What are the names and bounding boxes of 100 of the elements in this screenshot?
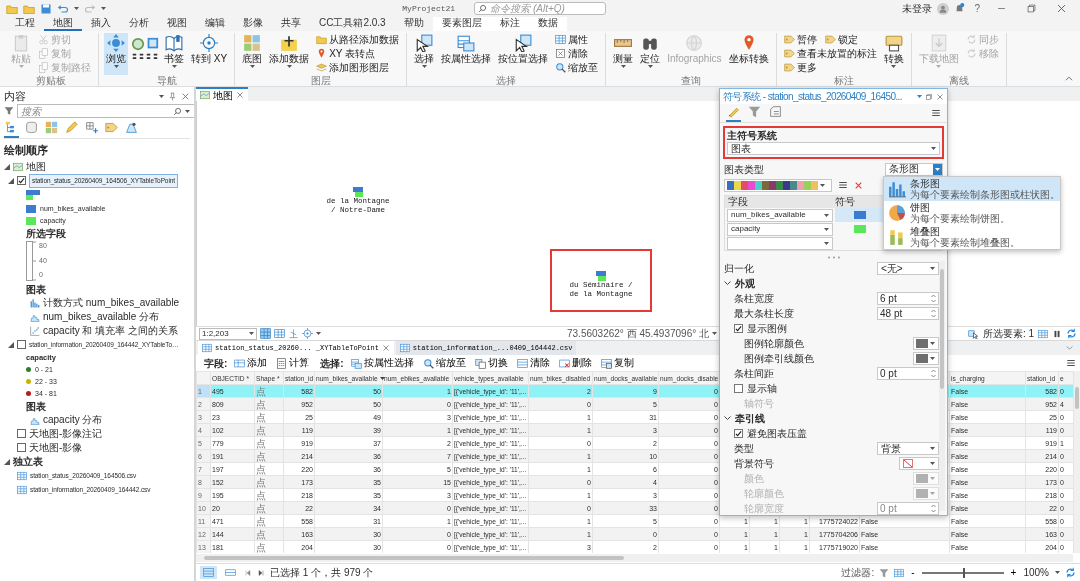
- ribbon-button[interactable]: 测量: [611, 33, 636, 75]
- spinner-field[interactable]: 48 pt: [877, 307, 939, 320]
- close-icon[interactable]: [936, 92, 944, 101]
- menu-icon[interactable]: [931, 108, 941, 118]
- view-toggle[interactable]: [222, 566, 239, 579]
- slider-thumb[interactable]: [962, 567, 965, 578]
- refresh-icon[interactable]: [1065, 567, 1076, 578]
- ribbon-button[interactable]: 浏览: [104, 33, 128, 75]
- toolbar-button[interactable]: 按属性选择: [348, 357, 416, 369]
- zoom-out-button[interactable]: -: [909, 566, 917, 579]
- checkbox[interactable]: [734, 324, 743, 333]
- expander-icon[interactable]: [4, 458, 10, 465]
- menu-icon[interactable]: [1066, 358, 1076, 368]
- vertical-scrollbar[interactable]: [1074, 371, 1080, 553]
- ribbon-button[interactable]: 查看未放置的标注: [781, 47, 879, 60]
- splitter-handle[interactable]: [826, 255, 841, 259]
- chart-item[interactable]: 计数方式 num_bikes_available: [43, 295, 180, 311]
- spinner-field[interactable]: 6 pt: [877, 292, 939, 305]
- checkbox[interactable]: [734, 429, 743, 438]
- ribbon-tab[interactable]: CC工具箱2.0.3: [310, 17, 395, 31]
- expander-icon[interactable]: [8, 341, 14, 348]
- color-picker[interactable]: [913, 352, 939, 365]
- ribbon-tab[interactable]: 编辑: [196, 17, 234, 31]
- ribbon-button[interactable]: 更多: [781, 61, 819, 74]
- toolbar-button[interactable]: 删除: [556, 357, 594, 369]
- color-scheme-dropdown[interactable]: [724, 178, 832, 192]
- toolbar-button[interactable]: 复制: [598, 357, 636, 369]
- undo-icon[interactable]: [57, 2, 69, 15]
- toolbar-button[interactable]: 添加: [232, 357, 270, 369]
- ribbon-button[interactable]: 属性: [553, 33, 591, 46]
- symbology-dropdown[interactable]: 图表: [727, 142, 940, 155]
- view-tab[interactable]: [4, 120, 19, 138]
- zoom-dropdown[interactable]: 100%: [1023, 565, 1060, 580]
- ribbon-button[interactable]: XY 表转点: [314, 47, 378, 60]
- remove-icon[interactable]: [854, 180, 863, 190]
- chevron-icon[interactable]: [724, 281, 731, 286]
- bell-icon[interactable]: [954, 3, 966, 14]
- ribbon-button[interactable]: 暂停: [781, 33, 819, 46]
- last-page-icon[interactable]: [257, 568, 265, 577]
- color-picker[interactable]: [913, 472, 939, 485]
- horizontal-scrollbar[interactable]: [196, 554, 1073, 562]
- expand-icon[interactable]: [1065, 343, 1074, 352]
- toolbar-button[interactable]: 切换: [472, 357, 510, 369]
- ribbon-button[interactable]: 按属性选择: [439, 33, 494, 75]
- close-icon[interactable]: [181, 92, 190, 101]
- ribbon-button[interactable]: 从路径添加数据: [314, 33, 402, 46]
- snap-icon[interactable]: [288, 328, 299, 339]
- restore-icon[interactable]: [1026, 3, 1037, 14]
- symbol-swatch[interactable]: [854, 225, 866, 233]
- ribbon-button[interactable]: 坐标转换: [726, 33, 771, 75]
- first-page-icon[interactable]: [244, 568, 252, 577]
- layer-checkbox[interactable]: [17, 176, 26, 185]
- field-dropdown[interactable]: num_bikes_available: [727, 208, 833, 222]
- layer-checkbox[interactable]: [17, 340, 26, 350]
- ribbon-tab[interactable]: 插入: [82, 17, 120, 31]
- field-dropdown[interactable]: capacity: [727, 222, 833, 236]
- layer-checkbox[interactable]: [17, 429, 26, 439]
- scale-field[interactable]: 1:2,203: [199, 327, 257, 340]
- ribbon-button[interactable]: 添加图形图层: [314, 61, 392, 74]
- map-item[interactable]: 地图: [26, 160, 46, 173]
- close-icon[interactable]: [1056, 3, 1067, 14]
- section-heading[interactable]: 外观: [735, 276, 755, 291]
- symbol-swatch[interactable]: [854, 211, 866, 219]
- ribbon-tab[interactable]: 影像: [234, 17, 272, 31]
- ribbon-tab[interactable]: 帮助: [394, 17, 433, 31]
- save-icon[interactable]: [40, 2, 52, 15]
- chart-symbol-icon[interactable]: [353, 187, 363, 197]
- ribbon-tab[interactable]: 要素图层: [432, 17, 491, 31]
- ribbon-button[interactable]: 添加数据: [267, 33, 312, 75]
- property-dropdown[interactable]: 背景: [877, 442, 939, 455]
- avatar-icon[interactable]: [937, 2, 950, 15]
- ribbon-tab[interactable]: 视图: [158, 17, 196, 31]
- collapse-icon[interactable]: [1064, 74, 1074, 84]
- filter-icon[interactable]: [4, 106, 14, 116]
- ribbon-button[interactable]: 转到 XY: [189, 33, 230, 75]
- restore-icon[interactable]: [925, 92, 933, 101]
- ribbon-tab[interactable]: 标注: [490, 17, 529, 31]
- menu-icon[interactable]: [838, 180, 848, 190]
- layer-name[interactable]: 天地图-影像注记: [29, 427, 103, 440]
- folder-icon[interactable]: [23, 2, 35, 15]
- search-field[interactable]: 命令搜索 (Alt+Q): [474, 2, 607, 15]
- expander-icon[interactable]: [8, 177, 14, 184]
- folder-icon[interactable]: [6, 2, 18, 15]
- group-heading[interactable]: 独立表: [13, 455, 43, 468]
- selection-icon[interactable]: [967, 328, 979, 339]
- pin-icon[interactable]: [168, 92, 177, 101]
- layer-name[interactable]: 天地图-影像: [29, 441, 83, 454]
- checkbox[interactable]: [734, 384, 743, 393]
- ribbon-tab[interactable]: 工程: [6, 17, 44, 31]
- ribbon-button[interactable]: 底图: [240, 33, 265, 75]
- ribbon-button[interactable]: 选择: [412, 33, 437, 75]
- crosshair-icon[interactable]: [302, 328, 313, 339]
- menu-item[interactable]: 堆叠图 为每个要素绘制堆叠图。: [884, 225, 1060, 249]
- pause-icon[interactable]: [1052, 328, 1062, 339]
- chart-item[interactable]: capacity 和 填充率 之间的关系: [43, 323, 179, 339]
- zoom-in-button[interactable]: +: [1008, 566, 1019, 579]
- menu-item[interactable]: 饼图 为每个要素绘制饼图。: [884, 201, 1060, 225]
- ribbon-button[interactable]: 按位置选择: [496, 33, 551, 75]
- color-picker[interactable]: [913, 337, 939, 350]
- ribbon-button[interactable]: 定位: [638, 33, 663, 75]
